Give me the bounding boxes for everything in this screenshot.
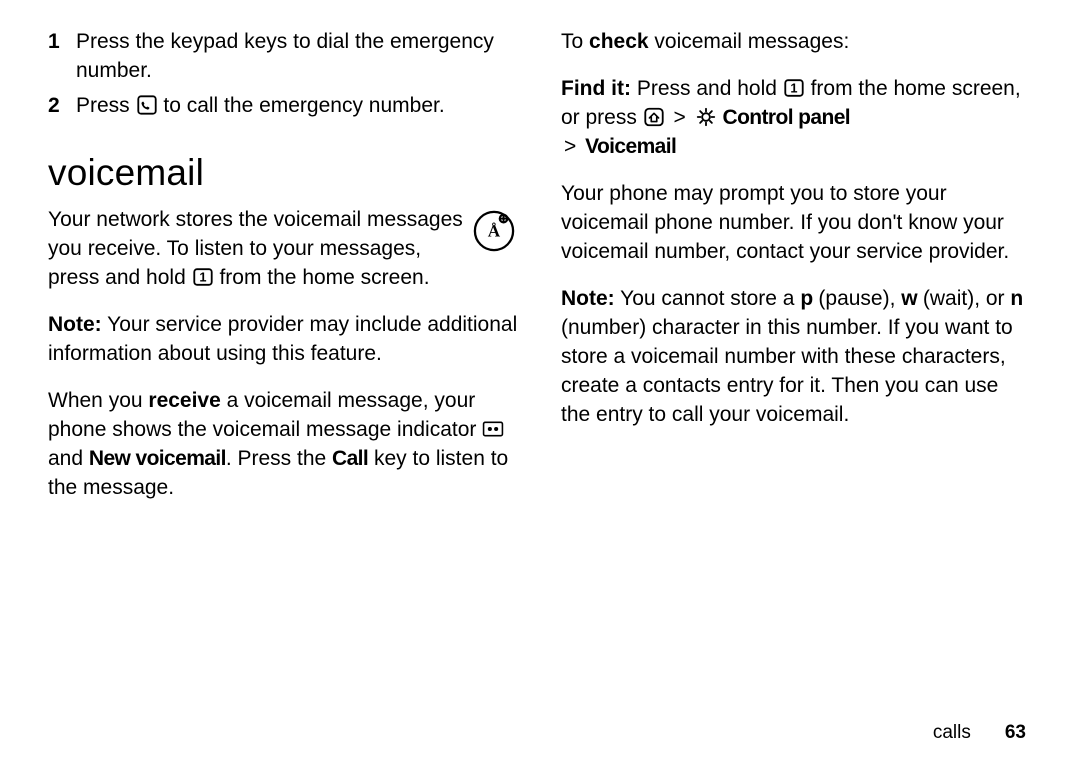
r-p4-p: p	[800, 287, 812, 310]
breadcrumb-gt-2: >	[561, 135, 579, 158]
r-p1-b: voicemail messages:	[649, 30, 850, 53]
check-intro: To check voicemail messages:	[561, 28, 1032, 57]
p1-b: from the home screen.	[219, 266, 429, 289]
r-p1-a: To	[561, 30, 589, 53]
step2-text-b: to call the emergency number.	[163, 94, 444, 117]
voicemail-indicator-icon	[482, 418, 504, 440]
section-title-voicemail: voicemail	[48, 147, 519, 198]
emergency-steps: 1 Press the keypad keys to dial the emer…	[48, 28, 519, 121]
step-text: Press to call the emergency number.	[76, 92, 519, 121]
step-2: 2 Press to call the emergency number.	[48, 92, 519, 121]
accessibility-badge-icon: Å	[473, 210, 515, 252]
r-p4-a: You cannot store a	[615, 287, 801, 310]
r-p2-a: Press and hold	[631, 77, 783, 100]
step-number: 2	[48, 92, 62, 121]
p3-a: When you	[48, 389, 148, 412]
right-column: To check voicemail messages: Find it: Pr…	[561, 28, 1032, 521]
p3-c: and	[48, 447, 89, 470]
voicemail-receive: When you receive a voicemail message, yo…	[48, 387, 519, 503]
r-p2-cp: Control panel	[723, 106, 851, 129]
voicemail-intro: Å Your network stores the voicemail mess…	[48, 206, 519, 293]
key-1-icon: 1	[192, 266, 214, 288]
r-p2-vm: Voicemail	[585, 135, 676, 158]
svg-text:Å: Å	[488, 222, 501, 241]
home-key-icon	[643, 106, 665, 128]
p3-call: Call	[332, 447, 368, 470]
page-footer: calls 63	[933, 720, 1026, 746]
voicemail-note-1: Note: Your service provider may include …	[48, 311, 519, 369]
step-1: 1 Press the keypad keys to dial the emer…	[48, 28, 519, 86]
note-label: Note:	[561, 287, 615, 310]
footer-page-number: 63	[1005, 722, 1026, 743]
breadcrumb-gt-1: >	[671, 106, 689, 129]
step-text: Press the keypad keys to dial the emerge…	[76, 28, 519, 86]
findit-label: Find it:	[561, 77, 631, 100]
page-columns: 1 Press the keypad keys to dial the emer…	[48, 28, 1032, 521]
find-it: Find it: Press and hold 1 from the home …	[561, 75, 1032, 162]
svg-text:1: 1	[790, 81, 797, 96]
p3-receive: receive	[148, 389, 220, 412]
voicemail-note-2: Note: You cannot store a p (pause), w (w…	[561, 285, 1032, 430]
control-panel-icon	[695, 106, 717, 128]
r-p4-w: w	[901, 287, 917, 310]
note-label: Note:	[48, 313, 102, 336]
key-1-icon: 1	[783, 77, 805, 99]
left-column: 1 Press the keypad keys to dial the emer…	[48, 28, 519, 521]
call-key-icon	[136, 94, 158, 116]
footer-section: calls	[933, 722, 971, 743]
step2-text-a: Press	[76, 94, 136, 117]
note-text: Your service provider may include additi…	[48, 313, 517, 365]
r-p4-b: (pause),	[813, 287, 902, 310]
p3-d: . Press the	[226, 447, 332, 470]
r-p4-d: (number) character in this number. If yo…	[561, 316, 1013, 426]
step-number: 1	[48, 28, 62, 86]
r-p4-c: (wait), or	[917, 287, 1010, 310]
p3-newvm: New voicemail	[89, 447, 226, 470]
r-p1-check: check	[589, 30, 649, 53]
svg-text:1: 1	[199, 269, 206, 284]
voicemail-store-prompt: Your phone may prompt you to store your …	[561, 180, 1032, 267]
r-p4-n: n	[1010, 287, 1022, 310]
